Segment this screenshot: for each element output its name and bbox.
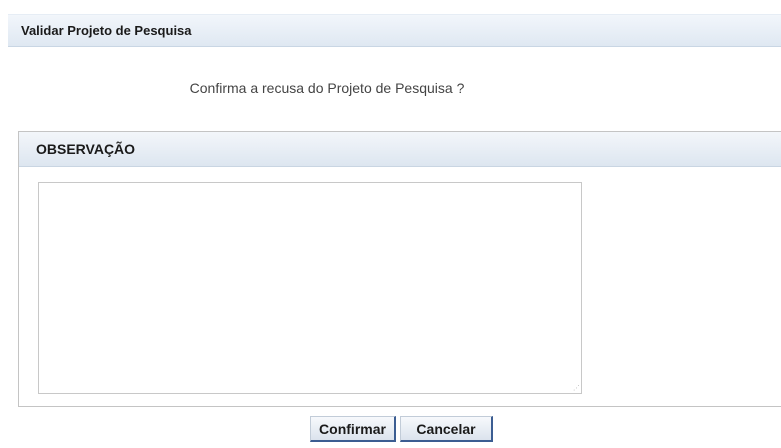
action-buttons: Confirmar Cancelar xyxy=(310,416,493,442)
page-title: Validar Projeto de Pesquisa xyxy=(8,14,781,47)
observation-panel: OBSERVAÇÃO ⋰ xyxy=(18,131,781,407)
observation-textarea[interactable] xyxy=(38,182,582,394)
confirmation-question: Confirma a recusa do Projeto de Pesquisa… xyxy=(189,80,465,96)
confirm-button[interactable]: Confirmar xyxy=(310,416,396,442)
page: Validar Projeto de Pesquisa Confirma a r… xyxy=(0,0,781,448)
observation-panel-header: OBSERVAÇÃO xyxy=(19,132,781,167)
cancel-button[interactable]: Cancelar xyxy=(400,416,493,442)
